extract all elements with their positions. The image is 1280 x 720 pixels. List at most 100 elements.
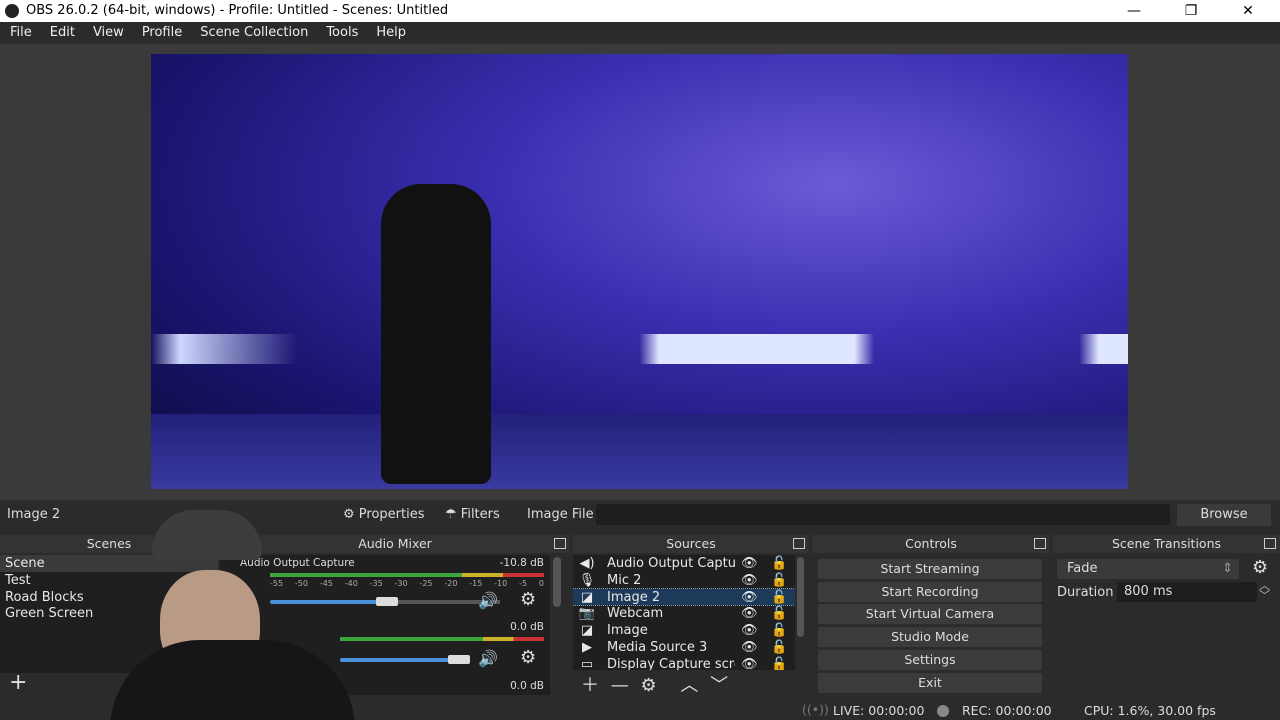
eye-icon[interactable]: 👁 xyxy=(741,572,758,589)
broadcast-icon: ((•)) xyxy=(802,702,829,717)
source-item-selected[interactable]: ◪ Image 2 👁 🔓 xyxy=(573,587,795,607)
source-name: Image 2 xyxy=(607,589,661,605)
transition-gear-icon[interactable]: ⚙ xyxy=(1252,557,1268,578)
gear-icon[interactable]: ⚙ xyxy=(520,589,536,610)
rec-time: REC: 00:00:00 xyxy=(962,703,1052,718)
scale-tick-label: -25 xyxy=(419,579,433,588)
menu-edit[interactable]: Edit xyxy=(40,22,83,44)
scale-tick-label: 0 xyxy=(538,579,544,588)
add-scene-button[interactable]: + xyxy=(9,670,27,695)
source-item[interactable]: 📷 Webcam 👁 🔓 xyxy=(573,605,795,622)
settings-button[interactable]: Settings xyxy=(818,650,1042,670)
lock-icon[interactable]: 🔓 xyxy=(771,622,787,639)
source-item[interactable]: ▭ Display Capture screen 👁 🔓 xyxy=(573,656,795,670)
gear-icon[interactable]: ⚙ xyxy=(520,647,536,668)
stage-lights xyxy=(151,334,1128,364)
menu-tools[interactable]: Tools xyxy=(316,22,366,44)
undock-icon[interactable] xyxy=(554,538,566,549)
lock-icon[interactable]: 🔓 xyxy=(771,572,787,589)
window-title: OBS 26.0.2 (64-bit, windows) - Profile: … xyxy=(26,3,449,18)
undock-icon[interactable] xyxy=(1034,538,1046,549)
sources-list: ◀) Audio Output Capture 👁 🔓 🎙 Mic 2 👁 🔓 ◪ Image… xyxy=(573,555,795,670)
source-item[interactable]: ◀) Audio Output Capture 👁 🔓 xyxy=(573,555,795,572)
speaker-icon[interactable]: 🔊 xyxy=(478,591,498,610)
play-icon: ▶ xyxy=(582,639,592,655)
monitor-icon: ▭ xyxy=(580,656,594,670)
eye-icon[interactable]: 👁 xyxy=(741,589,758,606)
image-file-input[interactable] xyxy=(596,504,1170,525)
volume-slider-handle[interactable] xyxy=(376,597,398,606)
sources-toolbar: ＋ — ⚙ ︿ ﹀ xyxy=(581,671,728,697)
channel-level: 0.0 dB xyxy=(510,621,544,633)
source-properties-gear-icon[interactable]: ⚙ xyxy=(640,675,656,696)
scale-tick-label: -30 xyxy=(394,579,408,588)
speaker-icon[interactable]: 🔊 xyxy=(478,649,498,668)
filter-icon: ☂ xyxy=(445,507,457,522)
source-name: Image xyxy=(607,623,648,639)
live-time: LIVE: 00:00:00 xyxy=(833,703,925,718)
minimize-button[interactable]: — xyxy=(1111,0,1157,22)
menu-scene-collection[interactable]: Scene Collection xyxy=(190,22,316,44)
undock-icon[interactable] xyxy=(793,538,805,549)
scene-transitions-dock: Scene Transitions Fade ⇕ ⚙ Duration 800 m… xyxy=(1053,535,1280,695)
mixer-scrollbar[interactable] xyxy=(553,557,561,607)
scale-tick-label: -35 xyxy=(369,579,383,588)
scale-tick-label: -15 xyxy=(469,579,483,588)
eye-icon[interactable]: 👁 xyxy=(741,656,758,670)
close-button[interactable]: ✕ xyxy=(1225,0,1271,22)
microphone-icon: 🎙 xyxy=(578,572,596,588)
eye-icon[interactable]: 👁 xyxy=(741,555,758,572)
lock-icon[interactable]: 🔓 xyxy=(771,656,787,670)
image-file-label: Image File xyxy=(527,507,594,522)
menu-help[interactable]: Help xyxy=(366,22,414,44)
start-streaming-button[interactable]: Start Streaming xyxy=(818,559,1042,579)
menu-view[interactable]: View xyxy=(83,22,132,44)
channel-level: -10.8 dB xyxy=(499,557,544,569)
start-recording-button[interactable]: Start Recording xyxy=(818,582,1042,602)
cpu-fps: CPU: 1.6%, 30.00 fps xyxy=(1084,703,1216,718)
move-down-button[interactable]: ﹀ xyxy=(710,675,728,696)
lock-icon[interactable]: 🔓 xyxy=(771,605,787,622)
sources-dock: Sources ◀) Audio Output Capture 👁 🔓 🎙 Mic 2 👁… xyxy=(573,535,809,697)
studio-mode-button[interactable]: Studio Mode xyxy=(818,627,1042,647)
undock-icon[interactable] xyxy=(1264,538,1276,549)
obs-logo-icon xyxy=(5,4,19,18)
duration-input[interactable]: 800 ms xyxy=(1117,582,1257,602)
speaker-icon: ◀) xyxy=(579,556,595,571)
exit-button[interactable]: Exit xyxy=(818,673,1042,693)
remove-source-button[interactable]: — xyxy=(611,675,629,696)
browse-button[interactable]: Browse xyxy=(1177,504,1271,526)
menu-bar: File Edit View Profile Scene Collection Tools… xyxy=(0,22,1280,44)
properties-button[interactable]: ⚙ Properties xyxy=(343,507,425,522)
duration-spinner[interactable]: ︿ ﹀ xyxy=(1259,580,1270,601)
preview-canvas[interactable] xyxy=(151,54,1128,489)
source-item[interactable]: ◪ Image 👁 🔓 xyxy=(573,622,795,639)
volume-slider-handle[interactable] xyxy=(448,655,470,664)
move-up-button[interactable]: ︿ xyxy=(680,675,698,696)
menu-profile[interactable]: Profile xyxy=(132,22,190,44)
menu-file[interactable]: File xyxy=(0,22,40,44)
add-source-button[interactable]: ＋ xyxy=(581,675,599,696)
image-icon: ◪ xyxy=(580,589,594,605)
start-virtual-camera-button[interactable]: Start Virtual Camera xyxy=(818,604,1042,624)
lock-icon[interactable]: 🔓 xyxy=(771,639,787,656)
stage-floor xyxy=(151,414,1128,489)
filters-label: Filters xyxy=(460,507,500,522)
lock-icon[interactable]: 🔓 xyxy=(771,589,787,606)
eye-icon[interactable]: 👁 xyxy=(741,639,758,656)
sources-scrollbar[interactable] xyxy=(797,557,804,637)
transition-select[interactable]: Fade ⇕ xyxy=(1057,559,1239,579)
source-name: Mic 2 xyxy=(607,572,642,588)
source-name: Media Source 3 xyxy=(607,639,708,655)
source-item[interactable]: ▶ Media Source 3 👁 🔓 xyxy=(573,639,795,656)
source-item[interactable]: 🎙 Mic 2 👁 🔓 xyxy=(573,572,795,589)
filters-button[interactable]: ☂ Filters xyxy=(445,507,500,522)
eye-icon[interactable]: 👁 xyxy=(741,605,758,622)
lock-icon[interactable]: 🔓 xyxy=(771,555,787,572)
eye-icon[interactable]: 👁 xyxy=(741,622,758,639)
volume-meter xyxy=(340,637,544,641)
maximize-button[interactable]: ❐ xyxy=(1168,0,1214,22)
cap xyxy=(152,510,262,560)
source-name: Webcam xyxy=(607,606,664,622)
camera-icon: 📷 xyxy=(578,606,596,622)
